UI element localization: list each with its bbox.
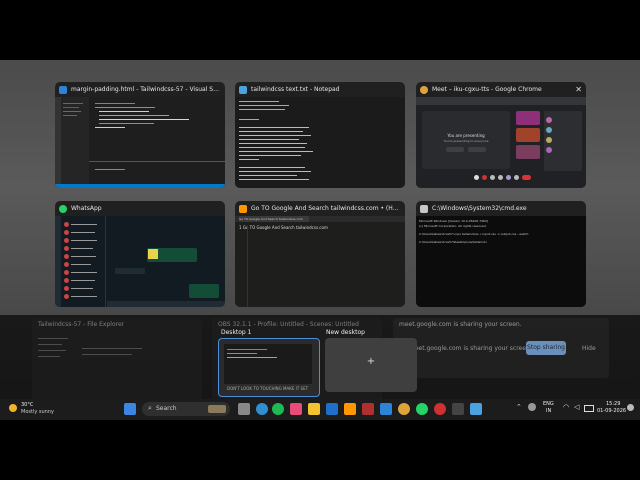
window-caption: Go TO Google And Search tailwindcss.com … — [235, 201, 405, 216]
desktop-1-label: Desktop 1 — [221, 329, 252, 336]
sublime-taskbar-icon[interactable] — [344, 403, 356, 415]
whatsapp-thumbnail — [55, 216, 225, 307]
cmd-line: (c) Microsoft Corporation. All rights re… — [419, 224, 487, 228]
tray-icon[interactable] — [528, 403, 536, 411]
language-region[interactable]: IN — [546, 408, 551, 414]
window-caption: C:\Windows\System32\cmd.exe — [416, 201, 586, 216]
new-desktop-label: New desktop — [326, 329, 365, 336]
stop-sharing-button[interactable]: Stop sharing — [526, 341, 566, 355]
chrome-taskbar-icon[interactable] — [398, 403, 410, 415]
search-label: Search — [156, 405, 177, 412]
window-card-cmd[interactable]: C:\Windows\System32\cmd.exe Microsoft Wi… — [416, 201, 586, 307]
sublime-code-line: 1 Go TO Google And Search tailwindcss.co… — [239, 225, 328, 230]
wifi-icon[interactable]: ◠ — [563, 403, 569, 411]
notepad-icon — [239, 85, 247, 94]
window-caption: WhatsApp — [55, 201, 225, 216]
sublime-icon — [239, 204, 247, 213]
vscode-taskbar-icon[interactable] — [380, 403, 392, 415]
clock-date[interactable]: 01-09-2026 — [597, 408, 626, 414]
window-card-vscode[interactable]: margin-padding.html - Tailwindcss-57 - V… — [55, 82, 225, 188]
search-box[interactable]: ⌕ Search — [142, 402, 230, 416]
window-card-whatsapp[interactable]: WhatsApp — [55, 201, 225, 307]
app-icon[interactable] — [362, 403, 374, 415]
window-title: Go TO Google And Search tailwindcss.com … — [251, 205, 401, 212]
sharing-notice-text: meet.google.com is sharing your screen. — [409, 345, 532, 352]
chevron-up-icon[interactable]: ⌃ — [516, 403, 522, 411]
weather-temperature[interactable]: 30°C — [21, 402, 33, 408]
cmd-line: Microsoft Windows [Version 10.0.26200.74… — [419, 219, 489, 223]
window-title: C:\Windows\System32\cmd.exe — [432, 205, 527, 212]
hide-button[interactable]: Hide — [582, 345, 596, 352]
sun-icon — [9, 404, 17, 412]
cmd-taskbar-icon[interactable] — [452, 403, 464, 415]
window-card-sublime[interactable]: Go TO Google And Search tailwindcss.com … — [235, 201, 405, 307]
battery-icon[interactable] — [584, 405, 594, 412]
screen: margin-padding.html - Tailwindcss-57 - V… — [0, 0, 640, 480]
whatsapp-icon — [59, 204, 67, 213]
language-code[interactable]: ENG — [543, 401, 554, 407]
meet-thumbnail: You are presenting You're presenting to … — [416, 97, 586, 188]
sharing-notice-card: meet.google.com is sharing your screen. … — [393, 318, 609, 378]
copilot-icon[interactable] — [290, 403, 302, 415]
letterbox-top — [0, 0, 640, 60]
whatsapp-taskbar-icon[interactable] — [416, 403, 428, 415]
window-title: margin-padding.html - Tailwindcss-57 - V… — [71, 86, 221, 93]
store-icon[interactable] — [326, 403, 338, 415]
window-title: Meet – iku-cgxu-tts - Google Chrome — [432, 86, 542, 93]
chrome-icon — [420, 85, 428, 94]
window-card-chrome[interactable]: Meet – iku-cgxu-tts - Google Chrome ✕ Yo… — [416, 82, 586, 188]
notepad-taskbar-icon[interactable] — [470, 403, 482, 415]
edge-icon[interactable] — [256, 403, 268, 415]
letterbox-bottom — [0, 420, 640, 480]
search-icon: ⌕ — [148, 404, 152, 412]
presenting-subtext: You're presenting to everyone — [443, 139, 489, 143]
volume-icon[interactable]: ◁ — [574, 403, 579, 411]
cmd-icon — [420, 204, 428, 213]
notepad-thumbnail — [235, 97, 405, 188]
window-card-notepad[interactable]: tailwindcss text.txt - Notepad — [235, 82, 405, 188]
window-caption: Meet – iku-cgxu-tts - Google Chrome ✕ — [416, 82, 586, 97]
task-view-backdrop: margin-padding.html - Tailwindcss-57 - V… — [0, 60, 640, 420]
vscode-icon — [59, 85, 67, 94]
cmd-line: C:\Users\tailwindcss57>npx tailwindcss -… — [419, 232, 529, 236]
folder-icon[interactable] — [308, 403, 320, 415]
obs-preview-text: DON'T LOOK TO TOUCHING MAKE IT SET — [227, 386, 309, 391]
sharing-notice-title: meet.google.com is sharing your screen. — [399, 321, 522, 328]
task-view-icon[interactable] — [238, 403, 250, 415]
weather-description[interactable]: Mostly sunny — [21, 409, 54, 415]
desktop-1-thumbnail[interactable]: DON'T LOOK TO TOUCHING MAKE IT SET — [218, 338, 320, 397]
window-title: tailwindcss text.txt - Notepad — [251, 86, 340, 93]
sublime-tab: Go TO Google And Search tailwindcss.com — [239, 216, 309, 222]
window-title: WhatsApp — [71, 205, 102, 212]
cmd-line: C:\Users\tailwindcss57\Desktop\css\tailw… — [419, 240, 488, 244]
window-caption: margin-padding.html - Tailwindcss-57 - V… — [55, 82, 225, 97]
notification-icon[interactable] — [627, 404, 634, 411]
close-icon[interactable]: ✕ — [575, 85, 582, 94]
window-title: Tailwindcss-57 - File Explorer — [38, 321, 125, 328]
obs-taskbar-icon[interactable] — [434, 403, 446, 415]
new-desktop-button[interactable]: + — [325, 338, 417, 392]
cmd-thumbnail: Microsoft Windows [Version 10.0.26200.74… — [416, 216, 586, 307]
clock-time[interactable]: 15:29 — [606, 401, 620, 407]
sublime-thumbnail: Go TO Google And Search tailwindcss.com … — [235, 216, 405, 307]
start-icon[interactable] — [124, 403, 136, 415]
plus-icon: + — [366, 356, 376, 367]
vscode-thumbnail — [55, 97, 225, 188]
spotify-icon[interactable] — [272, 403, 284, 415]
window-caption: tailwindcss text.txt - Notepad — [235, 82, 405, 97]
presenting-text: You are presenting — [447, 133, 485, 138]
